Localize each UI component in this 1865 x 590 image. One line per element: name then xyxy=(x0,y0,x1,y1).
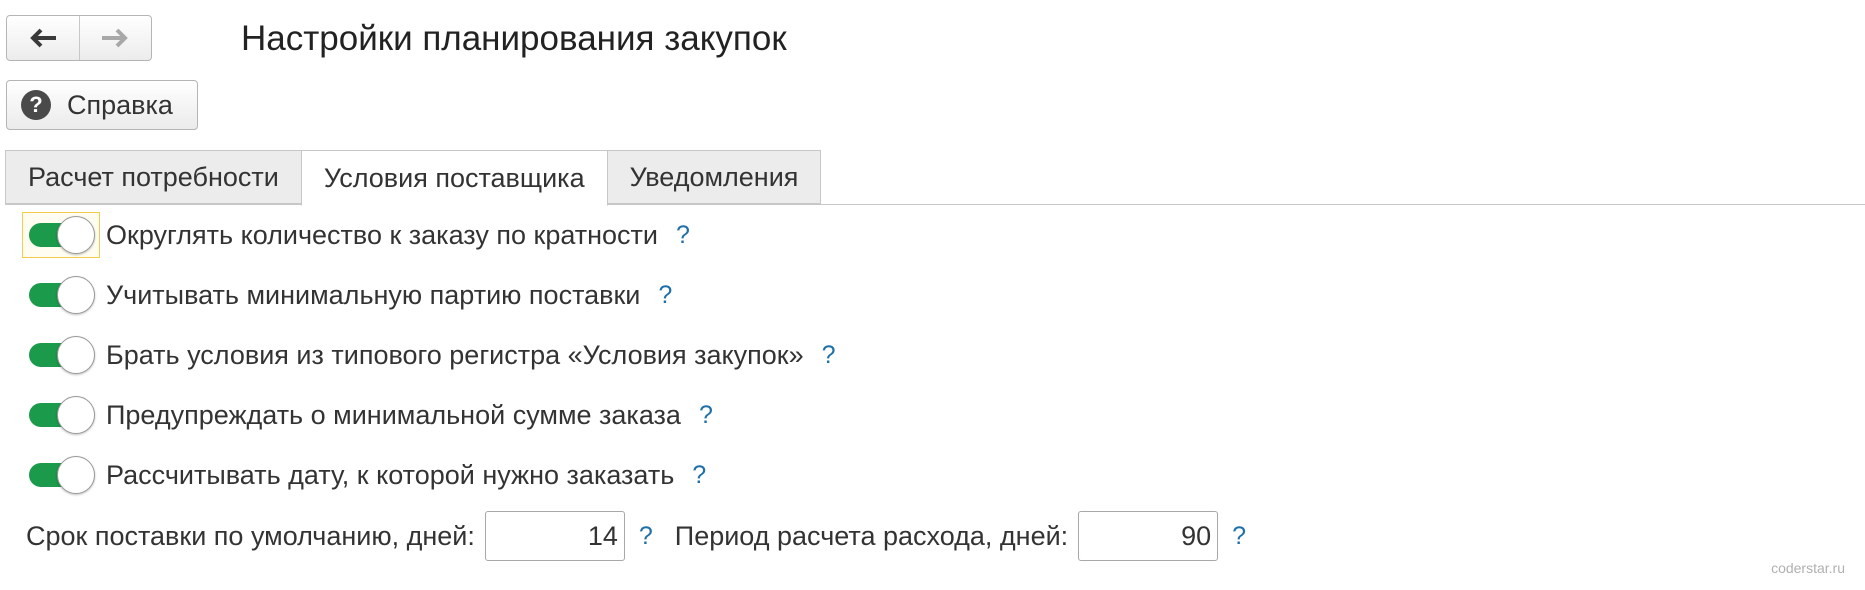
question-circle-icon: ? xyxy=(21,90,51,120)
option-row-round-quantity: Округлять количество к заказу по кратнос… xyxy=(22,211,690,259)
order-date-toggle[interactable] xyxy=(27,456,95,494)
tab-notifications[interactable]: Уведомления xyxy=(606,150,822,204)
round-quantity-toggle[interactable] xyxy=(27,216,95,254)
option-row-min-batch: Учитывать минимальную партию поставки ? xyxy=(22,271,672,319)
toggle-knob xyxy=(57,336,95,374)
delivery-term-label: Срок поставки по умолчанию, дней: xyxy=(26,520,475,551)
toggle-frame xyxy=(22,332,100,378)
toggle-knob xyxy=(57,396,95,434)
consumption-period-input[interactable] xyxy=(1078,511,1219,561)
watermark: coderstar.ru xyxy=(1771,560,1845,576)
back-button[interactable] xyxy=(7,16,79,60)
help-button-label: Справка xyxy=(67,89,173,120)
option-label: Рассчитывать дату, к которой нужно заказ… xyxy=(106,459,675,490)
toggle-frame xyxy=(22,452,100,498)
arrow-right-icon xyxy=(102,28,129,48)
toggle-knob xyxy=(57,456,95,494)
help-link[interactable]: ? xyxy=(699,401,713,430)
toggle-focus-frame xyxy=(22,212,100,258)
option-row-min-order-sum: Предупреждать о минимальной сумме заказа… xyxy=(22,391,713,439)
help-link[interactable]: ? xyxy=(822,341,836,370)
navigation-buttons xyxy=(6,15,152,61)
tab-divider xyxy=(5,204,1865,205)
settings-window: Настройки планирования закупок ? Справка… xyxy=(0,0,1865,590)
option-label: Округлять количество к заказу по кратнос… xyxy=(106,219,659,250)
tab-bar: Расчет потребности Условия поставщика Ув… xyxy=(5,150,822,206)
delivery-term-help-link[interactable]: ? xyxy=(639,522,653,551)
toggle-frame xyxy=(22,272,100,318)
page-title: Настройки планирования закупок xyxy=(241,19,787,58)
toggle-knob xyxy=(57,276,95,314)
option-label: Брать условия из типового регистра «Усло… xyxy=(106,339,804,370)
option-row-purchase-register: Брать условия из типового регистра «Усло… xyxy=(22,331,836,379)
delivery-term-input[interactable] xyxy=(484,511,625,561)
option-label: Учитывать минимальную партию поставки xyxy=(106,279,641,310)
help-link[interactable]: ? xyxy=(692,461,706,490)
help-button[interactable]: ? Справка xyxy=(6,80,198,130)
toggle-knob xyxy=(57,216,95,254)
min-order-sum-toggle[interactable] xyxy=(27,396,95,434)
arrow-left-icon xyxy=(29,28,56,48)
option-row-order-date: Рассчитывать дату, к которой нужно заказ… xyxy=(22,451,706,499)
consumption-period-help-link[interactable]: ? xyxy=(1232,522,1246,551)
numeric-fields-row: Срок поставки по умолчанию, дней: ? Пери… xyxy=(26,510,1268,562)
tab-supplier-terms[interactable]: Условия поставщика xyxy=(300,150,608,206)
tab-demand-calculation[interactable]: Расчет потребности xyxy=(5,150,302,204)
option-label: Предупреждать о минимальной сумме заказа xyxy=(106,399,681,430)
min-batch-toggle[interactable] xyxy=(27,276,95,314)
forward-button[interactable] xyxy=(78,16,152,60)
purchase-register-toggle[interactable] xyxy=(27,336,95,374)
consumption-period-label: Период расчета расхода, дней: xyxy=(674,520,1069,551)
toggle-frame xyxy=(22,392,100,438)
help-link[interactable]: ? xyxy=(676,221,690,250)
help-link[interactable]: ? xyxy=(658,281,672,310)
